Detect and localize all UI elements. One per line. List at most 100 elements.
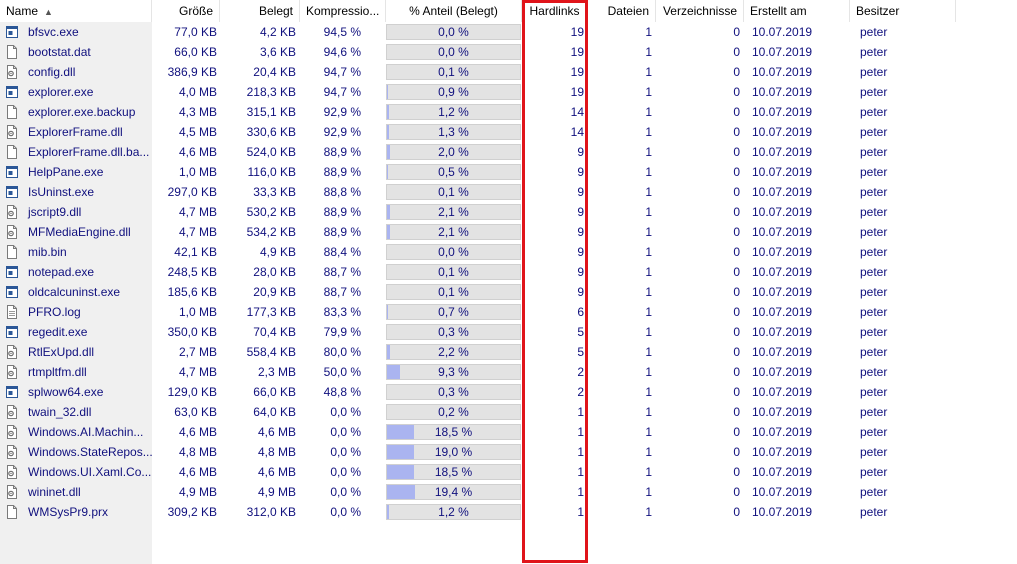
table-row[interactable]: Windows.StateRepos... 4,8 MB 4,8 MB 0,0 % 19… <box>0 442 1017 462</box>
file-allocated: 315,1 KB <box>246 105 296 119</box>
table-row[interactable]: HelpPane.exe 1,0 MB 116,0 KB 88,9 % 0,5 % 9 1 0… <box>0 162 1017 182</box>
file-allocated: 2,3 MB <box>257 365 296 379</box>
table-row[interactable]: bootstat.dat 66,0 KB 3,6 KB 94,6 % 0,0 % 19 1 0… <box>0 42 1017 62</box>
table-row[interactable]: oldcalcuninst.exe 185,6 KB 20,9 KB 88,7 % 0,… <box>0 282 1017 302</box>
file-name-cell[interactable]: HelpPane.exe <box>0 162 152 182</box>
file-name-cell[interactable]: bfsvc.exe <box>0 22 152 42</box>
directories-count: 0 <box>733 25 740 39</box>
created-date: 10.07.2019 <box>752 245 813 259</box>
files-count: 1 <box>645 285 652 299</box>
created-date: 10.07.2019 <box>752 385 813 399</box>
text-file-icon <box>6 244 18 259</box>
table-row[interactable]: splwow64.exe 129,0 KB 66,0 KB 48,8 % 0,3 % 2 1… <box>0 382 1017 402</box>
table-row[interactable]: MFMediaEngine.dll 4,7 MB 534,2 KB 88,9 % 2,1… <box>0 222 1017 242</box>
file-size: 4,7 MB <box>178 205 217 219</box>
created-date: 10.07.2019 <box>752 265 813 279</box>
table-row[interactable]: explorer.exe 4,0 MB 218,3 KB 94,7 % 0,9 % 19 1… <box>0 82 1017 102</box>
file-size: 42,1 KB <box>174 245 217 259</box>
file-name-cell[interactable]: PFRO.log <box>0 302 152 322</box>
file-name-cell[interactable]: twain_32.dll <box>0 402 152 422</box>
column-header-owner[interactable]: Besitzer <box>850 0 956 22</box>
app-file-icon <box>6 285 18 299</box>
column-header-allocated[interactable]: Belegt <box>220 0 300 22</box>
files-count: 1 <box>645 185 652 199</box>
table-row[interactable]: Windows.AI.Machin... 4,6 MB 4,6 MB 0,0 % 18,… <box>0 422 1017 442</box>
file-name-cell[interactable]: config.dll <box>0 62 152 82</box>
file-name-cell[interactable]: wininet.dll <box>0 482 152 502</box>
table-row[interactable]: bfsvc.exe 77,0 KB 4,2 KB 94,5 % 0,0 % 19 1 0 10.… <box>0 22 1017 42</box>
share-bar-cell: 1,2 % <box>386 102 521 122</box>
share-percent: 1,3 % <box>438 125 469 139</box>
file-name-cell[interactable]: splwow64.exe <box>0 382 152 402</box>
table-row[interactable]: wininet.dll 4,9 MB 4,9 MB 0,0 % 19,4 % 1 1 0 10.… <box>0 482 1017 502</box>
owner-name: peter <box>860 265 888 279</box>
table-row[interactable]: RtlExUpd.dll 2,7 MB 558,4 KB 80,0 % 2,2 % 5 1 0… <box>0 342 1017 362</box>
owner-name: peter <box>860 365 888 379</box>
column-header-size[interactable]: Größe <box>152 0 220 22</box>
file-name-cell[interactable]: RtlExUpd.dll <box>0 342 152 362</box>
table-row[interactable]: rtmpltfm.dll 4,7 MB 2,3 MB 50,0 % 9,3 % 2 1 0 10… <box>0 362 1017 382</box>
file-name-cell[interactable]: ExplorerFrame.dll.ba... <box>0 142 152 162</box>
column-header-name[interactable]: Name ▲ <box>0 0 152 22</box>
file-name-cell[interactable]: ExplorerFrame.dll <box>0 122 152 142</box>
dll-file-icon <box>6 424 18 439</box>
app-file-icon <box>6 85 18 99</box>
column-header-compression[interactable]: Kompressio... <box>300 0 386 22</box>
file-name-cell[interactable]: rtmpltfm.dll <box>0 362 152 382</box>
share-percent: 0,0 % <box>438 45 469 59</box>
table-row[interactable]: ExplorerFrame.dll.ba... 4,6 MB 524,0 KB 88,… <box>0 142 1017 162</box>
file-name-cell[interactable]: Windows.StateRepos... <box>0 442 152 462</box>
share-percent: 0,5 % <box>438 165 469 179</box>
dll-file-icon <box>6 364 18 379</box>
file-name-cell[interactable]: Windows.UI.Xaml.Co... <box>0 462 152 482</box>
file-name-cell[interactable]: notepad.exe <box>0 262 152 282</box>
table-row[interactable]: WMSysPr9.prx 309,2 KB 312,0 KB 0,0 % 1,2 % 1 1… <box>0 502 1017 522</box>
table-row[interactable]: IsUninst.exe 297,0 KB 33,3 KB 88,8 % 0,1 % 9 1… <box>0 182 1017 202</box>
file-name: jscript9.dll <box>28 205 82 219</box>
table-row[interactable]: mib.bin 42,1 KB 4,9 KB 88,4 % 0,0 % 9 1 0 10.07.… <box>0 242 1017 262</box>
table-row[interactable]: Windows.UI.Xaml.Co... 4,6 MB 4,6 MB 0,0 % 18… <box>0 462 1017 482</box>
table-row[interactable]: notepad.exe 248,5 KB 28,0 KB 88,7 % 0,1 % 9 1 0… <box>0 262 1017 282</box>
hardlinks-count: 1 <box>577 505 584 519</box>
owner-name: peter <box>860 65 888 79</box>
table-row[interactable]: PFRO.log 1,0 MB 177,3 KB 83,3 % 0,7 % 6 1 0 10.0… <box>0 302 1017 322</box>
file-name: Windows.AI.Machin... <box>28 425 144 439</box>
file-name: Windows.UI.Xaml.Co... <box>28 465 152 479</box>
file-name-cell[interactable]: WMSysPr9.prx <box>0 502 152 522</box>
share-bar-cell: 2,1 % <box>386 202 521 222</box>
file-name-cell[interactable]: explorer.exe.backup <box>0 102 152 122</box>
file-name-cell[interactable]: Windows.AI.Machin... <box>0 422 152 442</box>
column-header-share[interactable]: % Anteil (Belegt) <box>386 0 522 22</box>
file-compression: 88,7 % <box>323 285 361 299</box>
table-row[interactable]: explorer.exe.backup 4,3 MB 315,1 KB 92,9 % 1… <box>0 102 1017 122</box>
file-name: splwow64.exe <box>28 385 104 399</box>
hardlinks-count: 6 <box>577 305 584 319</box>
file-name-cell[interactable]: oldcalcuninst.exe <box>0 282 152 302</box>
owner-name: peter <box>860 225 888 239</box>
table-row[interactable]: config.dll 386,9 KB 20,4 KB 94,7 % 0,1 % 19 1 0… <box>0 62 1017 82</box>
share-bar: 0,9 % <box>386 84 521 100</box>
file-name-cell[interactable]: explorer.exe <box>0 82 152 102</box>
file-name-cell[interactable]: mib.bin <box>0 242 152 262</box>
column-header-hardlinks[interactable]: Hardlinks <box>522 0 588 22</box>
table-row[interactable]: jscript9.dll 4,7 MB 530,2 KB 88,9 % 2,1 % 9 1 0… <box>0 202 1017 222</box>
file-name-cell[interactable]: jscript9.dll <box>0 202 152 222</box>
column-header-files[interactable]: Dateien <box>588 0 656 22</box>
file-name-cell[interactable]: IsUninst.exe <box>0 182 152 202</box>
file-allocated: 312,0 KB <box>246 505 296 519</box>
file-name-cell[interactable]: MFMediaEngine.dll <box>0 222 152 242</box>
column-header-directories[interactable]: Verzeichnisse <box>656 0 744 22</box>
file-name-cell[interactable]: regedit.exe <box>0 322 152 342</box>
table-row[interactable]: ExplorerFrame.dll 4,5 MB 330,6 KB 92,9 % 1,3… <box>0 122 1017 142</box>
share-percent: 2,1 % <box>438 205 469 219</box>
file-name-cell[interactable]: bootstat.dat <box>0 42 152 62</box>
column-header-created[interactable]: Erstellt am <box>744 0 850 22</box>
table-row[interactable]: regedit.exe 350,0 KB 70,4 KB 79,9 % 0,3 % 5 1 0… <box>0 322 1017 342</box>
share-percent: 1,2 % <box>438 105 469 119</box>
table-row[interactable]: twain_32.dll 63,0 KB 64,0 KB 0,0 % 0,2 % 1 1 0 1… <box>0 402 1017 422</box>
file-allocated: 70,4 KB <box>253 325 296 339</box>
text-file-icon <box>6 44 18 59</box>
hardlinks-count: 9 <box>577 285 584 299</box>
share-bar-cell: 0,5 % <box>386 162 521 182</box>
log-file-icon <box>6 304 18 319</box>
